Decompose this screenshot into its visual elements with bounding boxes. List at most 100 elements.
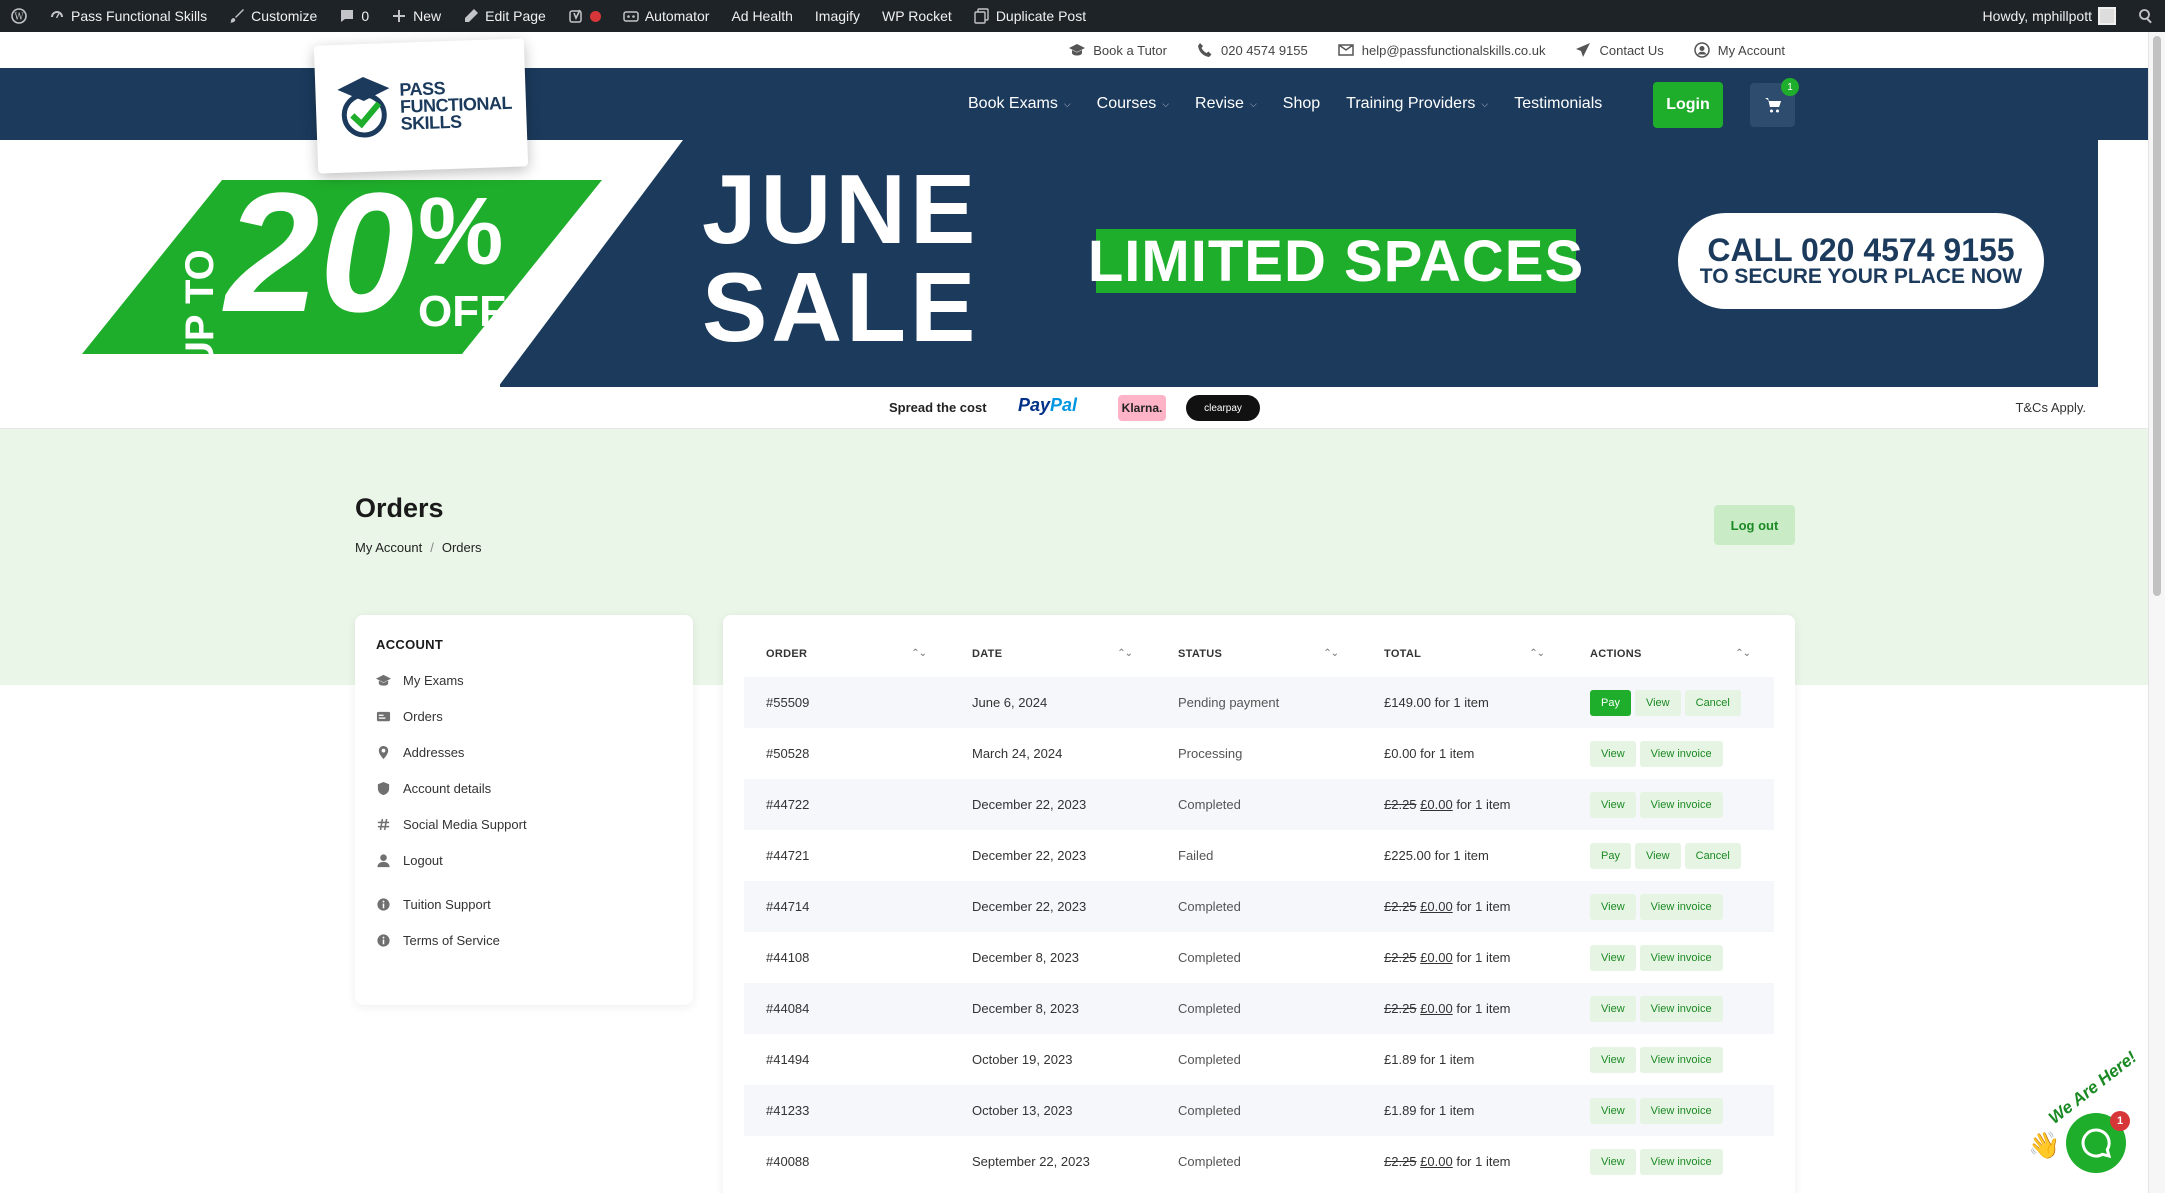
page-title: Orders [355, 493, 444, 523]
login-button[interactable]: Login [1653, 82, 1723, 128]
comments-link[interactable]: 0 [328, 0, 380, 32]
sidebar-item-tuition-support[interactable]: Tuition Support [376, 886, 672, 922]
order-number-link[interactable]: #50528 [744, 746, 950, 761]
pay-button[interactable]: Pay [1590, 689, 1631, 716]
nav-book-exams[interactable]: Book Exams ⌵ [968, 95, 1071, 113]
order-actions: View View invoice [1568, 1046, 1774, 1073]
view-button[interactable]: View [1590, 995, 1636, 1022]
automator-menu[interactable]: Automator [612, 0, 721, 32]
sidebar-item-social-media-support[interactable]: Social Media Support [376, 806, 672, 842]
yoast-menu[interactable] [557, 0, 612, 32]
my-account-link[interactable]: My Account [1694, 42, 1785, 58]
sidebar-item-my-exams[interactable]: My Exams [376, 662, 672, 698]
view-invoice-button[interactable]: View invoice [1639, 740, 1723, 767]
ad-health-link[interactable]: Ad Health [720, 0, 803, 32]
nav-revise[interactable]: Revise ⌵ [1195, 95, 1257, 113]
order-number-link[interactable]: #41494 [744, 1052, 950, 1067]
table-header: ORDER ⌃⌄ DATE ⌃⌄ STATUS ⌃⌄ TOTAL ⌃⌄ ACTIONS ⌃… [744, 631, 1774, 677]
scrollbar-thumb[interactable] [2153, 36, 2161, 596]
wp-rocket-link[interactable]: WP Rocket [871, 0, 963, 32]
nav-shop[interactable]: Shop [1283, 95, 1320, 113]
order-number-link[interactable]: #44084 [744, 1001, 950, 1016]
view-invoice-button[interactable]: View invoice [1639, 1046, 1723, 1073]
spread-cost-label: Spread the cost [889, 400, 987, 415]
order-date: June 6, 2024 [972, 695, 1048, 710]
customize-link[interactable]: Customize [218, 0, 328, 32]
view-button[interactable]: View [1590, 791, 1636, 818]
view-invoice-button[interactable]: View invoice [1639, 1148, 1723, 1175]
wp-logo-menu[interactable]: W [0, 0, 38, 32]
edit-page-link[interactable]: Edit Page [452, 0, 557, 32]
duplicate-post-link[interactable]: Duplicate Post [963, 0, 1097, 32]
cancel-button[interactable]: Cancel [1684, 689, 1741, 716]
order-status: Completed [1178, 899, 1241, 914]
june-sale-banner[interactable]: UP TO 20 % OFF JUNE SALE LIMITED SPACES … [0, 140, 2148, 387]
order-number-link[interactable]: #44722 [744, 797, 950, 812]
nav-testimonials[interactable]: Testimonials [1514, 95, 1602, 113]
sidebar-item-logout[interactable]: Logout [376, 842, 672, 878]
view-invoice-button[interactable]: View invoice [1639, 1097, 1723, 1124]
order-status: Completed [1178, 1001, 1241, 1016]
sort-arrows-icon: ⌃⌄ [1117, 648, 1133, 659]
order-actions: View View invoice [1568, 1097, 1774, 1124]
column-header-status[interactable]: STATUS ⌃⌄ [1156, 648, 1362, 660]
nav-courses[interactable]: Courses ⌵ [1097, 95, 1169, 113]
page-scrollbar[interactable] [2148, 32, 2165, 1193]
breadcrumb-my-account[interactable]: My Account [355, 540, 422, 555]
graduation-cap-icon [1069, 44, 1086, 56]
column-header-date[interactable]: DATE ⌃⌄ [950, 648, 1156, 660]
view-button[interactable]: View [1590, 893, 1636, 920]
view-button[interactable]: View [1634, 842, 1681, 869]
column-header-actions[interactable]: ACTIONS ⌃⌄ [1568, 648, 1774, 660]
nav-training-providers[interactable]: Training Providers ⌵ [1346, 95, 1488, 113]
action-buttons: Pay View Cancel [1590, 842, 1774, 869]
view-button[interactable]: View [1590, 1097, 1636, 1124]
view-invoice-button[interactable]: View invoice [1639, 791, 1723, 818]
new-content-menu[interactable]: New [380, 0, 452, 32]
imagify-link[interactable]: Imagify [804, 0, 871, 32]
column-header-order[interactable]: ORDER ⌃⌄ [744, 648, 950, 660]
contact-us-link[interactable]: Contact Us [1575, 42, 1664, 58]
paper-plane-icon [1576, 43, 1591, 57]
view-invoice-button[interactable]: View invoice [1639, 944, 1723, 971]
order-number-link[interactable]: #44721 [744, 848, 950, 863]
column-header-total[interactable]: TOTAL ⌃⌄ [1362, 648, 1568, 660]
user-icon [377, 853, 390, 867]
book-tutor-link[interactable]: Book a Tutor [1069, 42, 1167, 58]
pay-button[interactable]: Pay [1590, 842, 1631, 869]
view-invoice-button[interactable]: View invoice [1639, 893, 1723, 920]
order-number-link[interactable]: #41233 [744, 1103, 950, 1118]
view-button[interactable]: View [1590, 740, 1636, 767]
order-number-link[interactable]: #55509 [744, 695, 950, 710]
view-button[interactable]: View [1590, 944, 1636, 971]
my-account-menu[interactable]: Howdy, mphillpott [1972, 0, 2127, 32]
table-row: #41233 October 13, 2023 Completed £1.89 for… [744, 1085, 1774, 1136]
cancel-button[interactable]: Cancel [1684, 842, 1741, 869]
email-link[interactable]: help@passfunctionalskills.co.uk [1338, 42, 1545, 58]
cart-button[interactable]: 1 [1750, 78, 1799, 127]
site-logo[interactable]: PASS FUNCTIONAL SKILLS [313, 38, 529, 174]
sidebar-item-terms-of-service[interactable]: Terms of Service [376, 922, 672, 958]
order-price: £1.89 [1384, 1052, 1417, 1067]
view-button[interactable]: View [1634, 689, 1681, 716]
view-button[interactable]: View [1590, 1046, 1636, 1073]
discounted-price: £0.00 [1420, 797, 1453, 812]
admin-search[interactable] [2127, 0, 2165, 32]
chat-launcher-button[interactable]: 1 [2066, 1111, 2130, 1173]
phone-link[interactable]: 020 4574 9155 [1197, 42, 1308, 58]
chat-bubble-icon [2081, 1128, 2112, 1159]
order-number-link[interactable]: #44108 [744, 950, 950, 965]
order-number-link[interactable]: #40088 [744, 1154, 950, 1169]
sidebar-item-account-details[interactable]: Account details [376, 770, 672, 806]
log-out-button[interactable]: Log out [1714, 505, 1795, 545]
sidebar-item-addresses[interactable]: Addresses [376, 734, 672, 770]
chevron-down-icon: ⌵ [1063, 98, 1071, 109]
ad-health-label: Ad Health [731, 8, 793, 24]
view-button[interactable]: View [1590, 1148, 1636, 1175]
sidebar-item-orders[interactable]: Orders [376, 698, 672, 734]
site-name-menu[interactable]: Pass Functional Skills [38, 0, 218, 32]
sort-arrows-icon: ⌃⌄ [1323, 648, 1339, 659]
view-invoice-button[interactable]: View invoice [1639, 995, 1723, 1022]
order-date: December 22, 2023 [972, 797, 1087, 812]
order-number-link[interactable]: #44714 [744, 899, 950, 914]
